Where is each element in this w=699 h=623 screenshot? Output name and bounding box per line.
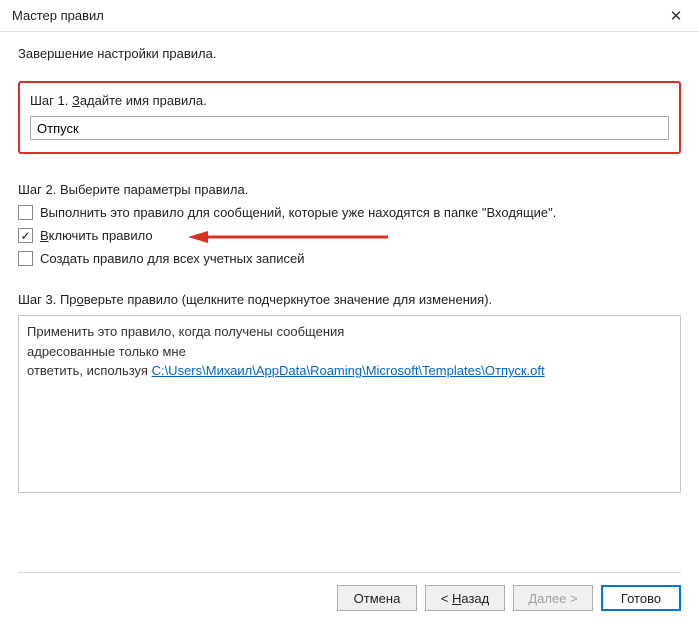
checkbox-label: Создать правило для всех учетных записей <box>40 251 305 266</box>
close-button[interactable]: ✕ <box>653 0 699 32</box>
titlebar: Мастер правил ✕ <box>0 0 699 32</box>
step3-label: Шаг 3. Проверьте правило (щелкните подче… <box>18 292 681 307</box>
annotation-arrow-icon <box>188 230 388 244</box>
step2-section: Шаг 2. Выберите параметры правила. Выпол… <box>18 182 681 266</box>
finish-button[interactable]: Готово <box>601 585 681 611</box>
dialog-content: Завершение настройки правила. Шаг 1. Зад… <box>0 32 699 493</box>
checkbox-icon[interactable] <box>18 205 33 220</box>
step2-label: Шаг 2. Выберите параметры правила. <box>18 182 681 197</box>
checkbox-icon[interactable] <box>18 251 33 266</box>
close-icon: ✕ <box>670 7 683 25</box>
step1-label: Шаг 1. Задайте имя правила. <box>30 93 669 108</box>
window-title: Мастер правил <box>12 8 104 23</box>
rule-name-input[interactable] <box>30 116 669 140</box>
option-run-on-existing[interactable]: Выполнить это правило для сообщений, кот… <box>18 205 681 220</box>
preview-line: ответить, используя C:\Users\Михаил\AppD… <box>27 361 672 381</box>
preview-line: адресованные только мне <box>27 342 672 362</box>
separator <box>18 572 681 573</box>
preview-line: Применить это правило, когда получены со… <box>27 322 672 342</box>
checkbox-label: Выполнить это правило для сообщений, кот… <box>40 205 556 220</box>
back-button[interactable]: < Назад <box>425 585 505 611</box>
option-enable-rule[interactable]: Включить правило <box>18 228 681 243</box>
step3-section: Шаг 3. Проверьте правило (щелкните подче… <box>18 292 681 493</box>
option-all-accounts[interactable]: Создать правило для всех учетных записей <box>18 251 681 266</box>
step1-highlight-box: Шаг 1. Задайте имя правила. <box>18 81 681 154</box>
next-button: Далее > <box>513 585 593 611</box>
page-subtitle: Завершение настройки правила. <box>18 46 681 61</box>
button-bar: Отмена < Назад Далее > Готово <box>337 585 681 611</box>
rule-preview-box[interactable]: Применить это правило, когда получены со… <box>18 315 681 493</box>
template-path-link[interactable]: C:\Users\Михаил\AppData\Roaming\Microsof… <box>152 363 545 378</box>
cancel-button[interactable]: Отмена <box>337 585 417 611</box>
checkbox-icon[interactable] <box>18 228 33 243</box>
checkbox-label: Включить правило <box>40 228 153 243</box>
